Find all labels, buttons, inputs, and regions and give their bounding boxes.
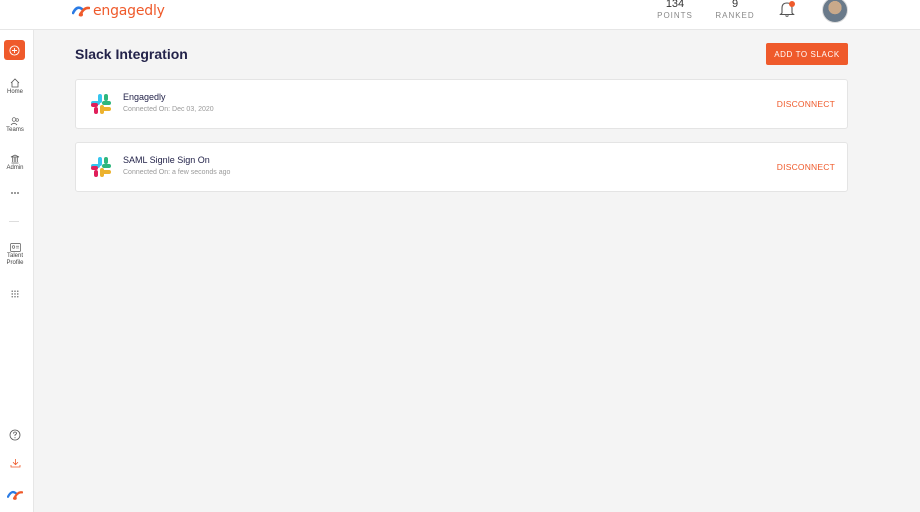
slack-logo-icon <box>91 94 111 114</box>
sidebar-brand-button[interactable] <box>0 488 30 502</box>
sidebar-help-button[interactable] <box>0 429 30 441</box>
sidebar-apps-button[interactable] <box>0 290 30 298</box>
disconnect-button[interactable]: DISCONNECT <box>777 99 835 109</box>
sidebar: Home Teams Admin Talent Profile <box>0 30 34 512</box>
points-value: 134 <box>665 0 685 10</box>
add-to-slack-button[interactable]: ADD TO SLACK <box>766 43 848 65</box>
engagedly-mark-icon <box>7 490 23 500</box>
plus-icon <box>9 44 20 56</box>
sidebar-more-button[interactable] <box>0 190 30 196</box>
ranked-value: 9 <box>731 0 739 10</box>
ranked-stat[interactable]: 9 RANKED <box>714 0 756 20</box>
more-dots-icon <box>11 192 19 194</box>
download-icon <box>10 459 20 468</box>
integration-connected-date: Connected On: Dec 03, 2020 <box>123 106 214 113</box>
id-card-icon <box>9 243 21 252</box>
sidebar-item-label: Teams <box>6 127 24 133</box>
sidebar-download-button[interactable] <box>0 458 30 468</box>
integration-name: SAML Signle Sign On <box>123 155 210 165</box>
engagedly-logo-icon <box>72 6 90 17</box>
integration-name: Engagedly <box>123 92 166 102</box>
help-icon <box>9 429 21 441</box>
top-header: engagedly 134 POINTS 9 RANKED <box>0 0 920 30</box>
points-stat[interactable]: 134 POINTS <box>656 0 694 20</box>
admin-icon <box>10 154 20 164</box>
sidebar-item-label: Admin <box>6 165 24 171</box>
page-title: Slack Integration <box>75 46 188 62</box>
sidebar-item-label: Talent Profile <box>6 253 24 266</box>
sidebar-item-admin[interactable]: Admin <box>0 154 30 172</box>
sidebar-item-home[interactable]: Home <box>0 78 30 96</box>
sidebar-divider <box>9 221 19 222</box>
sidebar-item-talent-profile[interactable]: Talent Profile <box>0 243 30 267</box>
home-icon <box>10 78 20 88</box>
notification-badge <box>789 1 795 7</box>
integration-card: Engagedly Connected On: Dec 03, 2020 DIS… <box>75 79 848 129</box>
integration-connected-date: Connected On: a few seconds ago <box>123 169 231 176</box>
disconnect-button[interactable]: DISCONNECT <box>777 162 835 172</box>
teams-icon <box>10 117 19 126</box>
quick-add-button[interactable] <box>4 40 25 60</box>
user-avatar[interactable] <box>822 0 848 23</box>
integration-card: SAML Signle Sign On Connected On: a few … <box>75 142 848 192</box>
points-label: POINTS <box>657 11 693 20</box>
sidebar-item-teams[interactable]: Teams <box>0 116 30 134</box>
sidebar-item-label: Home <box>6 89 23 95</box>
slack-logo-icon <box>91 157 111 177</box>
apps-grid-icon <box>11 290 19 298</box>
logo-text: engagedly <box>93 3 165 19</box>
ranked-label: RANKED <box>715 11 755 20</box>
engagedly-logo[interactable]: engagedly <box>72 3 165 19</box>
